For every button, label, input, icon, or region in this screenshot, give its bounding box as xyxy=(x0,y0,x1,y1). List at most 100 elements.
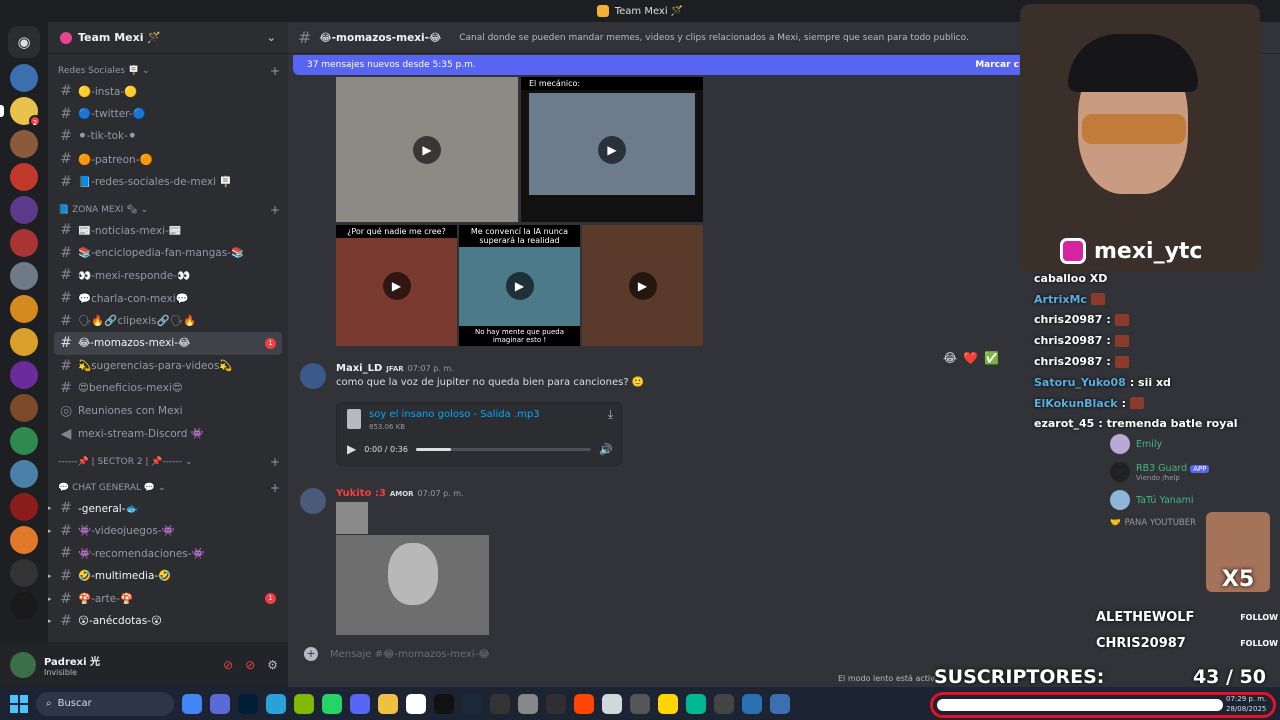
avatar[interactable] xyxy=(300,363,326,389)
image-attachment[interactable] xyxy=(336,535,489,635)
message-author[interactable]: Yukito :3 AMOR 07:07 p. m. xyxy=(336,488,464,499)
app-icon[interactable] xyxy=(602,693,622,714)
app-icon[interactable] xyxy=(294,693,314,714)
author-name[interactable]: Yukito :3 xyxy=(336,488,386,499)
app-icon[interactable] xyxy=(574,693,594,714)
gear-icon[interactable]: ⚙ xyxy=(267,658,278,672)
telegram-icon[interactable] xyxy=(266,693,286,714)
video-attachment-1[interactable]: ▶ xyxy=(336,77,518,222)
steam-icon[interactable] xyxy=(462,693,482,714)
photoshop-icon[interactable] xyxy=(238,693,258,714)
member-item[interactable]: TaTú Yanami xyxy=(1110,486,1280,514)
app-icon[interactable] xyxy=(210,693,230,714)
channel-charla-con-mexi[interactable]: # 💬charla-con-mexi💬 xyxy=(54,287,282,310)
reaction-heart[interactable]: ❤️ xyxy=(963,351,978,365)
author-name[interactable]: Maxi_LD xyxy=(336,363,382,374)
avatar[interactable] xyxy=(10,651,36,678)
app-icon[interactable] xyxy=(686,693,706,714)
server-icon-7[interactable] xyxy=(10,262,38,290)
message-author[interactable]: Maxi_LD JFAR 07:07 p. m. xyxy=(336,363,454,374)
server-header[interactable]: Team Mexi 🪄 ⌄ xyxy=(48,22,288,54)
server-icon-6[interactable] xyxy=(10,229,38,257)
channel-reuniones[interactable]: ◎ Reuniones con Mexi xyxy=(54,400,282,423)
server-icon-5[interactable] xyxy=(10,196,38,224)
channel-twitter[interactable]: # 🔵-twitter-🔵 xyxy=(54,103,282,126)
reaction-check[interactable]: ✅ xyxy=(984,351,999,365)
discord-icon[interactable] xyxy=(350,693,370,714)
github-icon[interactable] xyxy=(518,693,538,714)
channel-momazos-mexi[interactable]: # 😂-momazos-mexi-😂 1 xyxy=(54,331,282,355)
avatar[interactable] xyxy=(300,488,326,514)
image-attachment-small[interactable] xyxy=(336,502,368,534)
notes-icon[interactable] xyxy=(406,693,426,714)
server-icon-14[interactable] xyxy=(10,493,38,521)
play-icon[interactable]: ▶ xyxy=(413,135,441,164)
video-attachment-3[interactable]: ¿Por qué nadie me cree? ▶ xyxy=(336,225,457,346)
add-channel-button[interactable]: + xyxy=(270,64,280,78)
server-icon-15[interactable] xyxy=(10,526,38,554)
play-icon[interactable]: ▶ xyxy=(505,271,534,300)
file-explorer-icon[interactable] xyxy=(378,693,398,714)
app-icon[interactable] xyxy=(742,693,762,714)
server-icon-9[interactable] xyxy=(10,328,38,356)
add-channel-button[interactable]: + xyxy=(270,455,280,469)
download-icon[interactable]: ⤓ xyxy=(608,407,613,422)
server-icon-11[interactable] xyxy=(10,394,38,422)
server-icon-team-mexi[interactable]: 2 xyxy=(0,97,41,127)
new-messages-bar[interactable]: 37 mensajes nuevos desde 5:35 p.m. Marca… xyxy=(293,55,1033,75)
channel-anecdotas[interactable]: ▸ # 😮-anécdotas-😮 xyxy=(48,610,282,633)
server-icon-1[interactable] xyxy=(10,64,38,92)
channel-topic[interactable]: Canal donde se pueden mandar memes, vide… xyxy=(459,33,969,43)
category-chat-general[interactable]: 💬 CHAT GENERAL 💬 ⌄ + xyxy=(48,479,288,497)
channel-recomendaciones[interactable]: # 👾-recomendaciones-👾 xyxy=(54,542,282,565)
discord-home-button[interactable]: ◉ xyxy=(8,26,40,58)
add-channel-button[interactable]: + xyxy=(270,481,280,495)
member-item[interactable]: RB3 Guard APP Viendo /help xyxy=(1110,458,1280,486)
reaction-laugh[interactable]: 😂 xyxy=(943,351,957,365)
channel-redes-sociales-de-mexi[interactable]: # 📘-redes-sociales-de-mexi 🪧 xyxy=(54,170,282,193)
channel-beneficios-mexi[interactable]: # 😍beneficios-mexi😍 xyxy=(54,377,282,400)
channel-arte[interactable]: ▸ # 🍄-arte-🍄 1 xyxy=(48,587,282,610)
channel-mexi-stream[interactable]: ◀ mexi-stream-Discord 👾 xyxy=(54,422,282,445)
channel-multimedia[interactable]: ▸ # 🤣-multimedia-🤣 xyxy=(48,565,282,588)
category-sector-2[interactable]: ------📌 | SECTOR 2 | 📌------ ⌄ + xyxy=(48,453,288,471)
server-icon-4[interactable] xyxy=(10,163,38,191)
add-channel-button[interactable]: + xyxy=(270,203,280,217)
audio-seekbar[interactable] xyxy=(415,447,592,451)
video-attachment-2[interactable]: El mecánico: ▶ xyxy=(521,77,703,222)
add-attachment-button[interactable]: + xyxy=(304,647,318,661)
whatsapp-icon[interactable] xyxy=(322,693,342,714)
server-icon-3[interactable] xyxy=(10,130,38,158)
play-icon[interactable]: ▶ xyxy=(382,271,411,300)
video-attachment-5[interactable]: ▶ xyxy=(582,225,703,346)
channel-tik-tok[interactable]: # ⚫-tik-tok-⚫ xyxy=(54,125,282,148)
channel-general[interactable]: ▸ # -general-🐟 xyxy=(48,497,282,520)
server-icon-16[interactable] xyxy=(10,559,38,587)
headphones-muted-icon[interactable]: ⊘ xyxy=(245,658,255,672)
server-icon-13[interactable] xyxy=(10,460,38,488)
attachment-filename[interactable]: soy el insano goloso - Salida .mp3 xyxy=(369,409,540,420)
video-attachment-4[interactable]: Me convencí la IA nunca superará la real… xyxy=(459,225,580,346)
app-icon[interactable] xyxy=(490,693,510,714)
epic-games-icon[interactable] xyxy=(434,693,454,714)
app-icon[interactable] xyxy=(630,693,650,714)
chrome-icon[interactable] xyxy=(182,693,202,714)
server-icon-10[interactable] xyxy=(10,361,38,389)
volume-icon[interactable]: 🔊 xyxy=(599,443,613,456)
play-icon[interactable]: ▶ xyxy=(598,135,626,164)
play-button[interactable]: ▶ xyxy=(347,442,356,456)
server-icon-17[interactable] xyxy=(10,592,38,620)
channel-sugerencias[interactable]: # 💫sugerencias-para-videos💫 xyxy=(54,355,282,378)
message-input[interactable]: Mensaje #😂-momazos-mexi-😂 xyxy=(330,649,490,660)
member-item[interactable]: Emily xyxy=(1110,430,1280,458)
channel-insta[interactable]: # 🟡-insta-🟡 xyxy=(54,80,282,103)
message-reactions[interactable]: 😂 ❤️ ✅ xyxy=(943,351,999,365)
server-icon-12[interactable] xyxy=(10,427,38,455)
mark-as-read-button[interactable]: Marcar c xyxy=(975,60,1019,70)
category-redes-sociales[interactable]: Redes Sociales 🪧 ⌄ + xyxy=(48,62,288,80)
channel-videojuegos[interactable]: ▸ # 👾-videojuegos-👾 xyxy=(48,520,282,543)
windows-start-icon[interactable] xyxy=(10,694,28,713)
play-icon[interactable]: ▶ xyxy=(628,271,657,300)
sticky-notes-icon[interactable] xyxy=(658,693,678,714)
obs-icon[interactable] xyxy=(546,693,566,714)
